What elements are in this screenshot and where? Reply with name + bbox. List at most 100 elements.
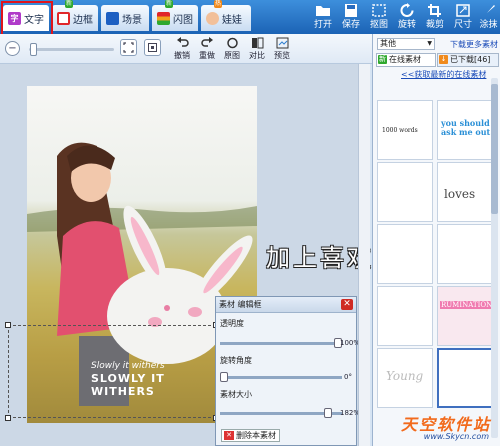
save-button[interactable]: 保存: [337, 3, 365, 33]
material-library-panel: 其他 ▼ 下载更多素材 新 在线素材 ↓ 已下载[46] <<获取最新的在线素材…: [372, 34, 500, 446]
tool-label: 涂抹: [479, 20, 498, 30]
opacity-slider[interactable]: [220, 342, 342, 345]
crop-button[interactable]: 裁剪: [421, 3, 449, 33]
get-latest-link[interactable]: <<获取最新的在线素材: [401, 69, 486, 80]
tab-downloaded[interactable]: ↓ 已下载[46]: [437, 53, 499, 67]
tab-label: 闪图: [173, 14, 193, 26]
folder-icon: [316, 6, 330, 16]
compare-icon: [251, 37, 263, 49]
download-icon: ↓: [439, 55, 448, 64]
tool-label: 打开: [313, 20, 332, 30]
category-select[interactable]: 其他 ▼: [377, 38, 435, 50]
zoom-slider-track[interactable]: [29, 48, 114, 51]
subtool-label: 撤销: [174, 51, 190, 60]
rotation-slider[interactable]: [220, 376, 342, 379]
undo-icon: [176, 37, 189, 47]
thumb-text: RUMINATION: [440, 301, 493, 309]
size-value: 182%: [340, 409, 361, 417]
material-thumb[interactable]: [437, 224, 493, 284]
material-thumb[interactable]: loves: [437, 162, 493, 222]
brush-button[interactable]: 涂抹: [477, 3, 500, 33]
download-more-link[interactable]: 下载更多素材: [450, 39, 498, 50]
rotation-value: 0°: [344, 373, 352, 381]
size-label: 素材大小: [220, 390, 252, 399]
size-slider-thumb[interactable]: [323, 408, 332, 418]
new-badge: 新: [65, 0, 74, 8]
chevron-down-icon: ▼: [427, 40, 432, 47]
material-thumb[interactable]: you should ask me out: [437, 100, 493, 160]
tab-online-label: 在线素材: [389, 55, 421, 64]
resize-button[interactable]: 尺寸: [449, 3, 477, 33]
zoom-slider-thumb[interactable]: [30, 43, 37, 56]
category-value: 其他: [380, 39, 396, 48]
sticker-selection-box[interactable]: Slowly it withers SLOWLY IT WITHERS: [5, 322, 219, 421]
tab-scene[interactable]: 场景: [101, 5, 149, 31]
material-edit-panel: 素材 编辑框 ✕ 透明度 100% 旋转角度 0° 素材大小 182% ✕ 删除…: [215, 296, 361, 446]
tab-label: 娃娃: [222, 14, 242, 26]
material-thumb[interactable]: [377, 286, 433, 346]
thumb-text: loves: [444, 187, 476, 201]
subtool-label: 重做: [199, 51, 215, 60]
library-scrollbar-thumb[interactable]: [491, 84, 498, 214]
material-thumb[interactable]: 1000 words: [377, 100, 433, 160]
delete-label: 删除本素材: [236, 431, 276, 440]
rotation-slider-thumb[interactable]: [220, 372, 228, 382]
preview-button[interactable]: 预览: [270, 37, 294, 61]
tool-label: 裁剪: [425, 20, 444, 30]
tab-label: 场景: [122, 14, 142, 26]
edit-toolbar: − 撤销 重做 原图 对比 预览: [0, 34, 372, 64]
tab-online-materials[interactable]: 新 在线素材: [376, 53, 436, 67]
subtool-label: 原图: [224, 51, 240, 60]
watermark-url: www.Skycn.com: [423, 432, 489, 441]
resize-handle[interactable]: [5, 322, 11, 328]
subtool-label: 预览: [274, 51, 290, 60]
undo-button[interactable]: 撤销: [170, 37, 194, 61]
redo-button[interactable]: 重做: [195, 37, 219, 61]
crop-icon: [428, 4, 441, 17]
material-thumb[interactable]: [377, 162, 433, 222]
panel-close-button[interactable]: ✕: [341, 299, 353, 310]
preview-icon: [276, 37, 288, 49]
subtool-label: 对比: [249, 51, 265, 60]
opacity-value: 100%: [340, 339, 361, 347]
brush-icon: [483, 5, 495, 16]
resize-handle[interactable]: [5, 415, 11, 421]
fit-window-button[interactable]: [120, 39, 137, 56]
actual-size-icon: [148, 43, 157, 52]
canvas-scrollbar[interactable]: [358, 64, 370, 446]
compare-button[interactable]: 对比: [245, 37, 269, 61]
cutout-button[interactable]: 抠图: [365, 3, 393, 33]
zoom-out-button[interactable]: −: [5, 41, 20, 56]
material-thumb[interactable]: Young: [377, 348, 433, 408]
actual-size-button[interactable]: [144, 39, 161, 56]
tab-doll[interactable]: 热 娃娃: [201, 0, 251, 31]
tool-label: 抠图: [369, 20, 388, 30]
opacity-label: 透明度: [220, 319, 244, 328]
original-button[interactable]: 原图: [220, 37, 244, 61]
rotate-icon: [400, 3, 414, 17]
fit-icon: [123, 42, 134, 53]
delete-material-button[interactable]: ✕ 删除本素材: [221, 429, 280, 442]
rotate-button[interactable]: 旋转: [393, 3, 421, 33]
rotation-label: 旋转角度: [220, 356, 252, 365]
resize-icon: [456, 4, 470, 17]
open-button[interactable]: 打开: [309, 3, 337, 33]
original-icon: [226, 37, 238, 49]
tab-flash[interactable]: 新 闪图: [152, 0, 198, 31]
site-watermark: 天空软件站 www.Skycn.com: [392, 410, 500, 446]
redo-icon: [200, 37, 213, 47]
top-toolbar: 字 文字 新 边框 场景 新 闪图 热 娃娃 打开 保存 抠图 旋转 裁剪 尺寸…: [0, 0, 500, 39]
delete-icon: ✕: [224, 431, 234, 440]
tool-label: 保存: [341, 20, 360, 30]
save-icon: [345, 4, 357, 17]
thumb-text: you should ask me out: [441, 118, 491, 137]
material-thumb[interactable]: [377, 224, 433, 284]
tab-border[interactable]: 新 边框: [52, 0, 98, 31]
tab-label: 边框: [73, 14, 93, 26]
panel-title: 素材 编辑框: [216, 297, 356, 313]
tab-downloaded-label: 已下载[46]: [450, 55, 491, 64]
material-thumb-selected[interactable]: [437, 348, 493, 408]
hot-badge: 热: [214, 0, 223, 8]
new-badge: 新: [165, 0, 174, 8]
material-thumb[interactable]: RUMINATION: [437, 286, 493, 346]
